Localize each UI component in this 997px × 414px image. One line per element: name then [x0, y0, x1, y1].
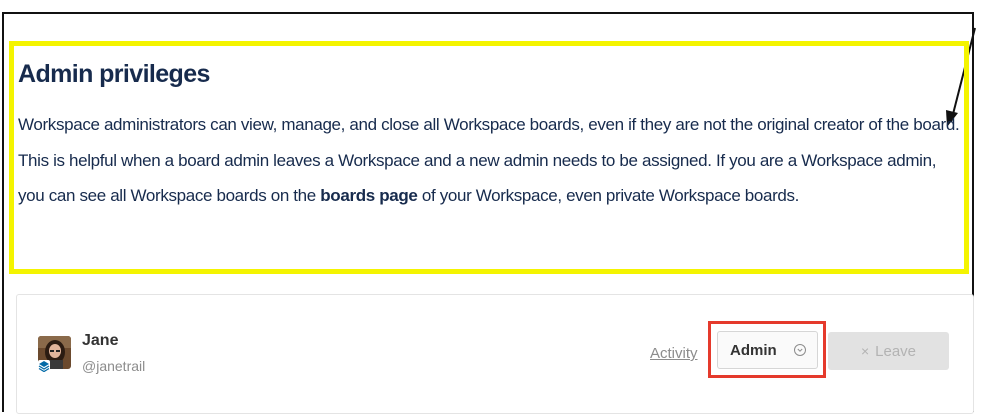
member-name: Jane — [82, 332, 119, 349]
member-username: @janetrail — [82, 358, 146, 374]
close-icon: × — [860, 343, 870, 359]
boards-page-link-text: boards page — [320, 186, 418, 205]
description-text-part2: of your Workspace, even private Workspac… — [417, 186, 800, 205]
leave-button[interactable]: × Leave — [828, 332, 949, 370]
role-dropdown-value: Admin — [730, 342, 777, 359]
leave-button-label: Leave — [875, 342, 917, 360]
role-dropdown[interactable]: Admin — [717, 331, 818, 369]
section-title: Admin privileges — [18, 60, 210, 88]
admin-privileges-description: Workspace administrators can view, manag… — [18, 107, 963, 214]
activity-link[interactable]: Activity — [650, 345, 698, 362]
workspace-badge-icon — [38, 360, 50, 372]
chevron-down-circle-icon — [794, 344, 806, 356]
